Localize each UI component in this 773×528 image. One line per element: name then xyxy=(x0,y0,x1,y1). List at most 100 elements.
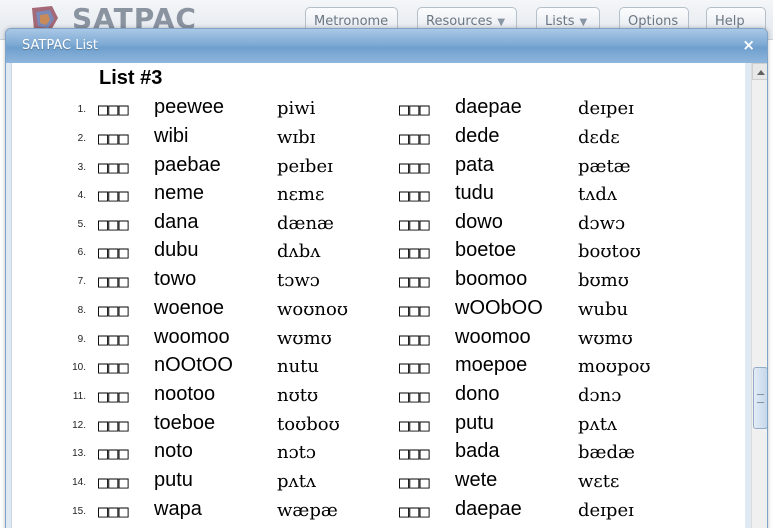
checkbox-group[interactable]: □□□ xyxy=(399,186,430,206)
checkbox-group[interactable]: □□□ xyxy=(98,473,129,493)
checkbox-group[interactable]: □□□ xyxy=(399,100,430,120)
checkbox-group[interactable]: □□□ xyxy=(399,444,430,464)
ipa-left: wɪbɪ xyxy=(277,127,316,148)
checkbox-group[interactable]: □□□ xyxy=(98,416,129,436)
metronome-label: Metronome xyxy=(314,14,389,29)
ipa-right: dɔwɔ xyxy=(578,213,626,234)
ipa-left: nutu xyxy=(277,356,320,377)
row-number: 10. xyxy=(72,362,86,373)
word-right: woomoo xyxy=(455,326,531,348)
scroll-up-arrow-icon[interactable] xyxy=(752,63,767,80)
ipa-left: wæpæ xyxy=(277,500,338,521)
ipa-right: wʊmʊ xyxy=(578,328,633,349)
checkbox-group[interactable]: □□□ xyxy=(98,358,129,378)
word-right: daepae xyxy=(455,96,522,118)
list-row: 8. □□□ woenoe woʊnoʊ □□□ wOObOO wubu xyxy=(12,295,746,323)
checkbox-group[interactable]: □□□ xyxy=(399,215,430,235)
word-left: woomoo xyxy=(154,326,230,348)
list-row: 5. □□□ dana dænæ □□□ dowo dɔwɔ xyxy=(12,209,746,237)
checkbox-group[interactable]: □□□ xyxy=(399,330,430,350)
list-row: 15. □□□ wapa wæpæ □□□ daepae deɪpeɪ xyxy=(12,496,746,524)
checkbox-group[interactable]: □□□ xyxy=(98,215,129,235)
help-label: Help xyxy=(715,14,745,29)
word-right: moepoe xyxy=(455,354,528,376)
chevron-down-icon: ▼ xyxy=(497,17,506,28)
checkbox-group[interactable]: □□□ xyxy=(98,129,129,149)
word-right: dede xyxy=(455,125,500,147)
row-number: 8. xyxy=(77,305,86,316)
close-icon[interactable]: × xyxy=(742,36,755,54)
checkbox-group[interactable]: □□□ xyxy=(399,473,430,493)
checkbox-group[interactable]: □□□ xyxy=(98,100,129,120)
word-right: dono xyxy=(455,383,500,405)
checkbox-group[interactable]: □□□ xyxy=(98,502,129,522)
list-row: 9. □□□ woomoo wʊmʊ □□□ woomoo wʊmʊ xyxy=(12,324,746,352)
word-right: boomoo xyxy=(455,268,528,290)
list-title: List #3 xyxy=(99,67,163,89)
scrollbar-thumb[interactable] xyxy=(753,367,767,429)
row-number: 6. xyxy=(77,247,86,258)
checkbox-group[interactable]: □□□ xyxy=(98,444,129,464)
row-number: 1. xyxy=(77,104,86,115)
checkbox-group[interactable]: □□□ xyxy=(98,186,129,206)
word-right: wete xyxy=(455,469,498,491)
ipa-left: nɔtɔ xyxy=(277,442,316,463)
checkbox-group[interactable]: □□□ xyxy=(399,387,430,407)
checkbox-group[interactable]: □□□ xyxy=(399,416,430,436)
checkbox-group[interactable]: □□□ xyxy=(98,301,129,321)
dialog-title: SATPAC List xyxy=(22,38,98,53)
checkbox-group[interactable]: □□□ xyxy=(399,358,430,378)
row-number: 11. xyxy=(72,391,86,402)
list-row: 12. □□□ toeboe toʊboʊ □□□ putu pʌtʌ xyxy=(12,410,746,438)
list-row: 6. □□□ dubu dʌbʌ □□□ boetoe boʊtoʊ xyxy=(12,237,746,265)
list-row: 13. □□□ noto nɔtɔ □□□ bada bædæ xyxy=(12,438,746,466)
word-right: wOObOO xyxy=(455,297,543,319)
word-right: daepae xyxy=(455,498,522,520)
satpac-list-dialog: SATPAC List × List #3 1. □□□ peewee piwi… xyxy=(5,28,768,528)
checkbox-group[interactable]: □□□ xyxy=(399,158,430,178)
row-number: 15. xyxy=(72,506,86,517)
ipa-right: wɛtɛ xyxy=(578,471,620,492)
ipa-right: bʊmʊ xyxy=(578,270,629,291)
dialog-titlebar[interactable]: SATPAC List × xyxy=(6,29,767,63)
ipa-right: wubu xyxy=(578,299,629,320)
checkbox-group[interactable]: □□□ xyxy=(98,158,129,178)
checkbox-group[interactable]: □□□ xyxy=(399,272,430,292)
checkbox-group[interactable]: □□□ xyxy=(399,129,430,149)
ipa-left: dænæ xyxy=(277,213,334,234)
checkbox-group[interactable]: □□□ xyxy=(98,272,129,292)
row-number: 2. xyxy=(77,133,86,144)
ipa-left: nʊtʊ xyxy=(277,385,319,406)
lists-label: Lists xyxy=(545,14,575,29)
options-label: Options xyxy=(628,14,679,29)
word-right: bada xyxy=(455,440,500,462)
checkbox-group[interactable]: □□□ xyxy=(399,301,430,321)
word-left: neme xyxy=(154,182,205,204)
word-right: dowo xyxy=(455,211,503,233)
vertical-scrollbar[interactable] xyxy=(751,63,767,528)
word-right: tudu xyxy=(455,182,494,204)
word-left: wapa xyxy=(154,498,202,520)
checkbox-group[interactable]: □□□ xyxy=(399,243,430,263)
list-row: 4. □□□ neme nɛmɛ □□□ tudu tʌdʌ xyxy=(12,180,746,208)
checkbox-group[interactable]: □□□ xyxy=(98,387,129,407)
list-row: 2. □□□ wibi wɪbɪ □□□ dede dɛdɛ xyxy=(12,123,746,151)
checkbox-group[interactable]: □□□ xyxy=(98,330,129,350)
word-left: toeboe xyxy=(154,412,216,434)
list-row: 1. □□□ peewee piwi □□□ daepae deɪpeɪ xyxy=(12,94,746,122)
ipa-right: tʌdʌ xyxy=(578,184,618,205)
checkbox-group[interactable]: □□□ xyxy=(98,243,129,263)
word-left: nOOtOO xyxy=(154,354,233,376)
checkbox-group[interactable]: □□□ xyxy=(399,502,430,522)
row-number: 12. xyxy=(72,420,86,431)
row-number: 14. xyxy=(72,477,86,488)
row-number: 5. xyxy=(77,219,86,230)
word-left: towo xyxy=(154,268,197,290)
word-right: boetoe xyxy=(455,239,517,261)
ipa-right: dɔnɔ xyxy=(578,385,622,406)
ipa-left: pʌtʌ xyxy=(277,471,317,492)
word-left: woenoe xyxy=(154,297,225,319)
word-left: peewee xyxy=(154,96,225,118)
ipa-left: dʌbʌ xyxy=(277,241,321,262)
word-right: pata xyxy=(455,154,494,176)
